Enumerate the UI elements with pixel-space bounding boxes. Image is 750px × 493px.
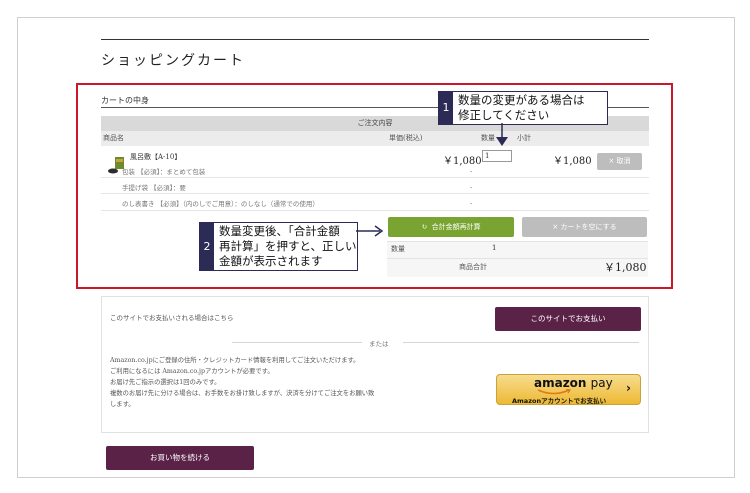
- callout-text: 数量変更後、「合計金額 再計算」を押すと、正しい 金額が表示されます: [219, 224, 357, 269]
- option-price: -: [470, 184, 473, 192]
- quantity-input[interactable]: 1: [482, 150, 512, 162]
- callout-number: 2: [200, 223, 214, 270]
- arrow-down-icon: [496, 123, 508, 146]
- description-line: お届け先ご指示の選択は1回のみです。: [110, 379, 221, 386]
- product-option: 包装 【必須】：まとめて包装: [122, 168, 206, 176]
- product-option: のし表書き 【必須】（内のしでご用意）：のしなし（通常での使用）: [122, 200, 319, 208]
- amazon-pay-description: Amazon.co.jpにご登録の住所・クレジットカード情報を利用してご注文いた…: [110, 355, 440, 410]
- callout-number: 1: [439, 92, 453, 124]
- item-subtotal: ￥1,080: [553, 156, 592, 167]
- description-line: Amazon.co.jpにご登録の住所・クレジットカード情報を利用してご注文いた…: [110, 357, 360, 364]
- total-label: 商品合計: [459, 263, 487, 271]
- description-line: 複数のお届け先に分ける場合は、お手数をお掛け致しますが、決済を分けてご注文をお願…: [110, 390, 375, 397]
- item-price: ￥1,080: [443, 156, 482, 167]
- callout-line: 数量変更後、「合計金額: [219, 224, 340, 238]
- description-line: します。: [110, 401, 135, 408]
- callout-text: 数量の変更がある場合は 修正してください: [458, 93, 585, 123]
- chevron-right-icon: ›: [626, 381, 631, 395]
- site-payment-text: このサイトでお支払いされる場合はこちら: [110, 314, 234, 322]
- callout-line: 修正してください: [458, 108, 550, 122]
- row-divider: [101, 210, 649, 211]
- column-header-action: [591, 131, 649, 146]
- site-payment-button[interactable]: このサイトでお支払い: [495, 307, 641, 331]
- amazon-logo-text: amazon: [534, 376, 587, 390]
- or-text: または: [369, 340, 389, 348]
- summary-qty-value: 1: [492, 244, 497, 252]
- or-divider: [403, 342, 639, 343]
- amazon-pay-logo: amazon pay: [534, 376, 613, 390]
- option-price: -: [470, 168, 473, 176]
- arrow-right-icon: [356, 225, 384, 237]
- column-header-subtotal: 小計: [515, 131, 591, 146]
- callout-line: 再計算」を押すと、正しい: [219, 239, 357, 253]
- pay-logo-text: pay: [590, 376, 613, 390]
- callout-line: 数量の変更がある場合は: [458, 93, 585, 107]
- callout-2: 2 数量変更後、「合計金額 再計算」を押すと、正しい 金額が表示されます: [199, 222, 358, 271]
- product-name: 風呂敷【A-10】: [130, 153, 182, 161]
- row-divider: [101, 193, 649, 194]
- or-divider: [232, 342, 362, 343]
- cart-section-label: カートの中身: [101, 96, 149, 105]
- recalculate-label: 合計金額再計算: [431, 223, 481, 231]
- description-line: ご利用になるには Amazon.co.jpアカウントが必要です。: [110, 368, 274, 375]
- callout-line: 金額が表示されます: [219, 254, 323, 268]
- amazon-pay-sublabel: Amazonアカウントでお支払い: [512, 397, 607, 405]
- empty-cart-button[interactable]: × カートを空にする: [522, 217, 647, 237]
- title-rule: [101, 39, 649, 40]
- callout-1: 1 数量の変更がある場合は 修正してください: [438, 91, 608, 125]
- page-title: ショッピングカート: [101, 53, 245, 69]
- refresh-icon: ↻: [421, 223, 428, 231]
- option-price: -: [470, 200, 473, 208]
- column-header-name: 商品名: [101, 131, 387, 146]
- recalculate-button[interactable]: ↻ 合計金額再計算: [388, 217, 514, 237]
- remove-item-button[interactable]: × 取消: [597, 153, 642, 170]
- summary-qty-label: 数量: [391, 245, 405, 253]
- column-header-price: 単価(税込): [387, 131, 479, 146]
- continue-shopping-button[interactable]: お買い物を続ける: [106, 446, 254, 470]
- product-option: 手提げ袋 【必須】：要: [122, 184, 186, 192]
- row-divider: [101, 177, 649, 178]
- total-value: ￥1,080: [604, 261, 647, 274]
